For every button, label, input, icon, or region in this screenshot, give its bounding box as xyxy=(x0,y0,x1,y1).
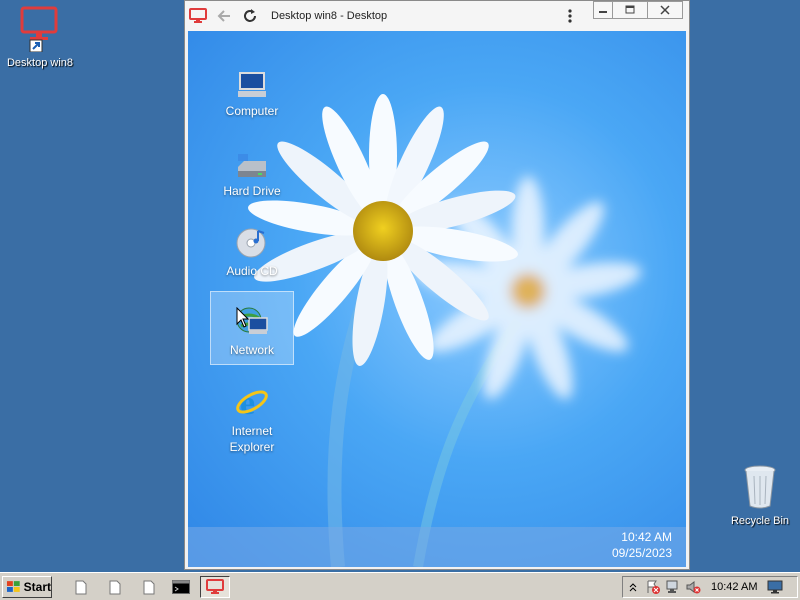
show-hidden-icons-chevron-icon[interactable] xyxy=(623,578,643,596)
computer-desktop-icon[interactable]: Computer xyxy=(210,63,294,119)
mouse-cursor-icon xyxy=(236,307,250,328)
recycle-bin-icon-item[interactable]: Recycle Bin xyxy=(720,462,800,527)
network-label: Network xyxy=(229,343,274,357)
maximize-button[interactable] xyxy=(612,1,648,19)
recycle-bin-label: Recycle Bin xyxy=(730,515,790,527)
hard-drive-label: Hard Drive xyxy=(223,184,281,198)
start-label: Start xyxy=(23,580,51,594)
window-title: Desktop win8 - Desktop xyxy=(271,10,388,22)
more-options-icon[interactable] xyxy=(557,3,583,29)
windows-flag-icon xyxy=(6,581,20,592)
audio-cd-desktop-icon[interactable]: Audio CD xyxy=(210,223,294,279)
network-desktop-icon[interactable]: Network xyxy=(210,291,294,365)
remote-clock[interactable]: 10:42 AM 09/25/2023 xyxy=(612,529,672,561)
audio-cd-icon xyxy=(236,228,266,258)
action-center-flag-icon[interactable] xyxy=(643,578,663,596)
computer-label: Computer xyxy=(225,104,279,118)
remote-desktop-window[interactable]: Desktop win8 - Desktop Computer Hard Dri… xyxy=(184,0,690,570)
command-prompt-icon[interactable] xyxy=(172,578,190,596)
hard-drive-desktop-icon[interactable]: Hard Drive xyxy=(210,143,294,199)
remote-clock-time: 10:42 AM xyxy=(621,530,672,544)
system-clock[interactable]: 10:42 AM xyxy=(711,581,757,593)
volume-muted-icon[interactable] xyxy=(683,578,703,596)
quicklaunch-document-icon[interactable] xyxy=(140,578,158,596)
internet-explorer-desktop-icon[interactable]: e Internet Explorer xyxy=(210,383,294,455)
show-desktop-icon[interactable] xyxy=(765,578,785,596)
remote-taskbar[interactable]: 10:42 AM 09/25/2023 xyxy=(188,527,686,567)
internet-explorer-label: Internet Explorer xyxy=(229,424,275,454)
back-arrow-icon[interactable] xyxy=(211,3,237,29)
computer-icon xyxy=(238,72,266,97)
minimize-button[interactable] xyxy=(593,1,613,19)
monitor-shortcut-icon xyxy=(20,6,58,53)
host-taskbar[interactable]: Start 10:42 AM xyxy=(0,572,800,600)
hard-drive-icon xyxy=(238,154,266,177)
monitor-icon xyxy=(206,579,224,594)
monitor-icon[interactable] xyxy=(185,3,211,29)
desktop-win8-shortcut[interactable]: Desktop win8 xyxy=(0,6,80,69)
refresh-icon[interactable] xyxy=(237,3,263,29)
quicklaunch-document-icon[interactable] xyxy=(106,578,124,596)
system-tray[interactable]: 10:42 AM xyxy=(622,576,798,598)
internet-explorer-icon: e xyxy=(236,385,268,419)
remote-desktop-area[interactable]: Computer Hard Drive Audio CD Network e I… xyxy=(188,31,686,567)
window-titlebar[interactable]: Desktop win8 - Desktop xyxy=(185,1,689,31)
desktop-win8-label: Desktop win8 xyxy=(6,57,74,69)
remote-desktop-task-button[interactable] xyxy=(200,576,230,598)
remote-clock-date: 09/25/2023 xyxy=(611,546,672,560)
close-button[interactable] xyxy=(647,1,683,19)
network-status-icon[interactable] xyxy=(663,578,683,596)
audio-cd-label: Audio CD xyxy=(226,264,278,278)
recycle-bin-icon xyxy=(744,465,776,509)
quicklaunch-document-icon[interactable] xyxy=(72,578,90,596)
start-button[interactable]: Start xyxy=(2,576,52,598)
